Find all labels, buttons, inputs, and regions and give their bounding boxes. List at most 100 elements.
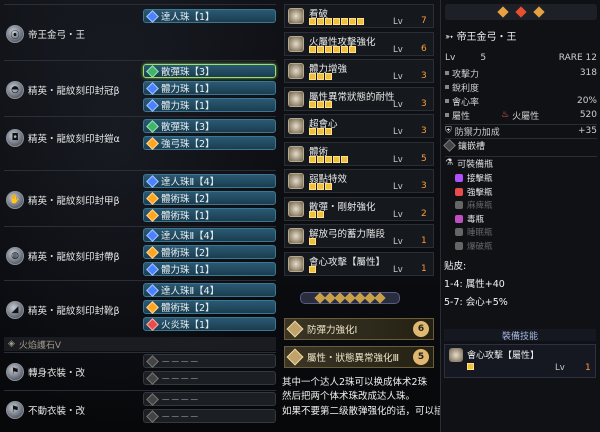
set-bonus-name: 防彈力強化Ⅰ [307,325,358,336]
skill-icon [288,35,304,52]
arms-icon: ✋ [6,191,24,209]
slots-section: 鑲嵌槽 [443,138,597,152]
panel-tabs[interactable] [445,4,597,20]
skill-level: 3 [421,71,427,81]
skill-level-bar [309,238,316,245]
skill-row[interactable]: 看破 Lv 7 [284,4,434,28]
equipped-skill[interactable]: 會心攻擊【屬性】 Lv 1 [444,344,596,378]
deco-slot[interactable]: 火炎珠【1】 [143,317,276,331]
deco-name: 達人珠【1】 [161,12,215,23]
skill-level-bar [309,155,348,163]
jewel-icon [146,64,159,78]
empty-jewel-icon [146,409,159,423]
phial-item: 毒瓶 [455,213,484,225]
weapon-item[interactable]: ⦿ 帝王金弓・王 [6,25,85,43]
stat-defense: ⛨ 防禦力加成 +35 [445,124,597,138]
mantle-item[interactable]: ⚑ 不動衣裝・改 [6,401,85,419]
skill-row[interactable]: 屬性異常狀態的耐性 Lv 3 [284,86,434,111]
deco-slot[interactable]: 強弓珠【2】 [143,136,276,150]
deco-slot[interactable]: 體力珠【1】 [143,81,276,95]
skill-row[interactable]: 弱點特效 Lv 3 [284,169,434,193]
skill-row[interactable]: 火屬性攻擊強化 Lv 6 [284,31,434,56]
skill-level-bar [309,128,332,135]
phial-icon: ⚗ [445,158,454,168]
fire-icon: ♨ [501,110,510,120]
deco-slot[interactable]: 體術珠【2】 [143,191,276,205]
empty-jewel-icon [146,392,159,406]
waist-icon: ◍ [6,247,24,265]
phial-item: 麻痺瓶 [455,199,493,211]
deco-slot[interactable]: 達人珠Ⅱ【4】 [143,228,276,242]
deco-slot[interactable]: 達人珠Ⅱ【4】 [143,174,276,188]
skill-row[interactable]: 體力增強 Lv 3 [284,59,434,83]
mantle-item[interactable]: ⚑ 轉身衣裝・改 [6,363,85,381]
set-bonus[interactable]: 防彈力強化Ⅰ 6 [284,318,434,340]
deco-slot[interactable]: 達人珠【1】 [143,9,276,23]
skill-level: 3 [421,181,427,191]
lv-label: Lv [393,209,403,220]
skill-row[interactable]: 超會心 Lv 3 [284,114,434,138]
deco-slot-empty[interactable]: －－－－ [143,409,276,423]
deco-slot-selected[interactable]: 散彈珠【3】 [143,64,276,78]
weapon-level-row: Lv 5 RARE 12 [445,52,597,64]
arms-item[interactable]: ✋ 精英・龍紋刻印封甲β [6,191,120,209]
skill-level: 2 [421,208,427,219]
slots-label: 鑲嵌槽 [458,141,486,152]
deco-name: 散彈珠【3】 [161,67,215,78]
deco-slot-empty[interactable]: －－－－ [143,392,276,406]
legs-item[interactable]: ◢ 精英・龍紋刻印封靴β [6,301,120,319]
phials-label: 可裝備瓶 [457,159,494,170]
deco-slot[interactable]: 體術珠【2】 [143,300,276,314]
phial-name: 毒瓶 [467,214,485,225]
deco-slot[interactable]: 體力珠【1】 [143,98,276,112]
empty-jewel-icon [146,371,159,385]
note-line: 1-4: 属性+40 [444,279,505,290]
skill-level: 6 [421,43,427,54]
stat-element: 屬性 ♨ 火屬性 520 [445,109,597,122]
skill-row[interactable]: 解放弓的蓄力階段 Lv 1 [284,224,434,248]
chest-item[interactable]: ◘ 精英・龍紋刻印封鎧α [6,129,120,147]
deco-slot[interactable]: 達人珠Ⅱ【4】 [143,283,276,297]
deco-name: 體術珠【2】 [161,303,215,314]
charm-header[interactable]: ◈ 火焰護石Ⅴ [4,337,276,351]
set-bonus[interactable]: 屬性・狀態異常強化Ⅲ 5 [284,346,434,368]
level-value: 5 [480,53,487,63]
lv-label: Lv [393,99,403,110]
jewel-icon [146,283,159,297]
helm-item[interactable]: ◓ 精英・龍紋刻印封冠β [6,81,120,99]
skill-level: 5 [421,153,427,164]
skill-icon [288,173,304,189]
deco-slot[interactable]: 散彈珠【3】 [143,119,276,133]
deco-slot-empty[interactable]: －－－－ [143,371,276,385]
lv-label: Lv [393,44,403,55]
phial-item: 強擊瓶 [455,186,493,198]
tab-dot-icon [497,6,509,18]
arms-name: 精英・龍紋刻印封甲β [28,196,120,207]
lv-label: Lv [393,237,403,247]
deco-slot[interactable]: 體力珠【1】 [143,262,276,276]
deco-slot[interactable]: 體術珠【2】 [143,245,276,259]
equipped-skill-title: 裝備技能 [444,329,596,342]
deco-slot-empty[interactable]: －－－－ [143,354,276,368]
helm-name: 精英・龍紋刻印封冠β [28,86,120,97]
jewel-icon [146,119,159,133]
jewel-icon [146,191,159,205]
skill-icon [288,118,304,134]
skill-row[interactable]: 會心攻擊【屬性】 Lv 1 [284,251,434,276]
deco-name: 火炎珠【1】 [161,320,215,331]
rarity: RARE 12 [558,53,597,63]
skill-row[interactable]: 體術 Lv 5 [284,141,434,166]
note-title: 贴皮: [444,261,467,272]
legs-name: 精英・龍紋刻印封靴β [28,306,120,317]
skill-row[interactable]: 散彈・剛射強化 Lv 2 [284,196,434,221]
jewel-icon [146,81,159,95]
deco-name: －－－－ [161,395,200,406]
waist-item[interactable]: ◍ 精英・龍紋刻印封帶β [6,247,120,265]
waist-name: 精英・龍紋刻印封帶β [28,252,120,263]
phial-color-icon [455,174,463,182]
element-value: 520 [579,110,597,120]
skill-level-bar [309,210,324,218]
deco-slot[interactable]: 體術珠【1】 [143,208,276,222]
set-bonus-count: 5 [413,349,429,365]
skill-level-bar [309,73,332,80]
